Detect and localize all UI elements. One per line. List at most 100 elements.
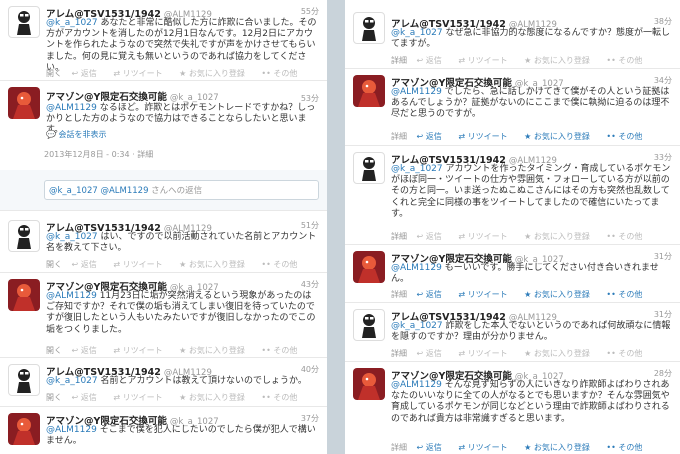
tweet-time[interactable]: 37分 <box>301 413 319 424</box>
tweet-time[interactable]: 28分 <box>654 368 672 379</box>
favorite-button[interactable]: ★ お気に入り登録 <box>179 393 252 402</box>
tweet-expanded[interactable]: アマゾン@Y限定石交換可能 @k_a_1027 53分 @ALM1129 なるほど… <box>0 81 327 182</box>
tweet-text: @ALM1129 11月23日に垢が突然消えるという現象があったのはご存知ですか… <box>46 291 316 335</box>
open-link[interactable]: 開く <box>46 346 62 355</box>
tweet-text: @k_a_1027 アカウントを作ったタイミング・育成しているポケモンがほぼ同一… <box>391 164 671 219</box>
favorite-button[interactable]: ★ お気に入り登録 <box>524 232 597 241</box>
tweet-time[interactable]: 31分 <box>654 251 672 262</box>
retweet-button[interactable]: ⇄ リツイート <box>113 346 169 355</box>
more-button[interactable]: •• その他 <box>261 393 304 402</box>
retweet-button[interactable]: ⇄ リツイート <box>458 349 514 358</box>
more-button[interactable]: •• その他 <box>261 69 304 78</box>
tweet-text: @ALM1129 そんな見ず知らずの人にいきなり詐欺師よばわりされあなたのいいな… <box>391 380 670 424</box>
alem-avatar[interactable] <box>353 309 385 341</box>
favorite-button[interactable]: ★ お気に入り登録 <box>179 69 252 78</box>
reply-button[interactable]: ↩ 返信 <box>72 346 104 355</box>
tweet[interactable]: アレム@TSV1531/1942 @ALM1129 40分 @k_a_1027 名… <box>0 358 327 407</box>
amazon-avatar[interactable] <box>353 251 385 283</box>
amazon-avatar[interactable] <box>8 87 40 119</box>
tweet-time[interactable]: 38分 <box>654 16 672 27</box>
alem-avatar[interactable] <box>8 6 40 38</box>
retweet-button[interactable]: ⇄ リツイート <box>458 56 514 65</box>
retweet-button[interactable]: ⇄ リツイート <box>458 443 514 452</box>
alem-avatar[interactable] <box>8 364 40 396</box>
more-button[interactable]: •• その他 <box>606 132 649 141</box>
tweet-time[interactable]: 43分 <box>301 279 319 290</box>
tweet-time[interactable]: 51分 <box>301 220 319 231</box>
details-link[interactable]: 詳細 <box>391 232 407 241</box>
favorite-button[interactable]: ★ お気に入り登録 <box>524 290 597 299</box>
tweet-actions: 詳細 ↩ 返信 ⇄ リツイート ★ お気に入り登録 •• その他 <box>391 131 674 142</box>
tweet-actions: 開く ↩ 返信 ⇄ リツイート ★ お気に入り登録 •• その他 <box>46 68 321 79</box>
tweet[interactable]: アレム@TSV1531/1942 @ALM1129 33分 @k_a_1027 ア… <box>345 146 680 245</box>
tweet-time[interactable]: 40分 <box>301 364 319 375</box>
more-button[interactable]: •• その他 <box>606 290 649 299</box>
tweet-actions: 詳細 ↩ 返信 ⇄ リツイート ★ お気に入り登録 •• その他 <box>391 442 674 453</box>
reply-button[interactable]: ↩ 返信 <box>417 232 449 241</box>
amazon-avatar[interactable] <box>8 413 40 445</box>
amazon-avatar[interactable] <box>353 75 385 107</box>
more-button[interactable]: •• その他 <box>261 346 304 355</box>
reply-button[interactable]: ↩ 返信 <box>417 132 449 141</box>
alem-avatar[interactable] <box>353 152 385 184</box>
reply-button[interactable]: ↩ 返信 <box>72 260 104 269</box>
tweet[interactable]: アマゾン@Y限定石交換可能 @k_a_1027 31分 @ALM1129 もーいい… <box>345 245 680 303</box>
favorite-button[interactable]: ★ お気に入り登録 <box>524 132 597 141</box>
tweet[interactable]: アレム@TSV1531/1942 @ALM1129 51分 @k_a_1027 は… <box>0 214 327 273</box>
open-link[interactable]: 開く <box>46 393 62 402</box>
reply-button[interactable]: ↩ 返信 <box>72 69 104 78</box>
tweet-time[interactable]: 33分 <box>654 152 672 163</box>
details-link[interactable]: 詳細 <box>391 56 407 65</box>
more-button[interactable]: •• その他 <box>606 443 649 452</box>
amazon-avatar[interactable] <box>353 368 385 400</box>
tweet-actions: 詳細 ↩ 返信 ⇄ リツイート ★ お気に入り登録 •• その他 <box>391 231 674 242</box>
retweet-button[interactable]: ⇄ リツイート <box>113 260 169 269</box>
details-link[interactable]: 詳細 <box>391 349 407 358</box>
details-link[interactable]: 詳細 <box>391 132 407 141</box>
retweet-button[interactable]: ⇄ リツイート <box>458 232 514 241</box>
tweet[interactable]: アマゾン@Y限定石交換可能 @k_a_1027 34分 @ALM1129 でしたら… <box>345 69 680 146</box>
tweet-timestamp[interactable]: 2013年12月8日 - 0:34 · 詳細 <box>44 149 153 160</box>
open-link[interactable]: 開く <box>46 260 62 269</box>
reply-input[interactable]: @k_a_1027 @ALM1129 さんへの返信 <box>44 180 319 200</box>
tweet[interactable]: アレム@TSV1531/1942 @ALM1129 31分 @k_a_1027 詐… <box>345 303 680 362</box>
reply-button[interactable]: ↩ 返信 <box>417 443 449 452</box>
favorite-button[interactable]: ★ お気に入り登録 <box>524 443 597 452</box>
reply-button[interactable]: ↩ 返信 <box>417 290 449 299</box>
favorite-button[interactable]: ★ お気に入り登録 <box>179 346 252 355</box>
details-link[interactable]: 詳細 <box>391 443 407 452</box>
more-button[interactable]: •• その他 <box>261 260 304 269</box>
tweet-author[interactable]: アマゾン@Y限定石交換可能 @k_a_1027 <box>46 89 219 103</box>
retweet-button[interactable]: ⇄ リツイート <box>458 290 514 299</box>
favorite-button[interactable]: ★ お気に入り登録 <box>524 349 597 358</box>
hide-conversation-link[interactable]: 💬 会話を非表示 <box>46 129 107 140</box>
more-button[interactable]: •• その他 <box>606 349 649 358</box>
more-button[interactable]: •• その他 <box>606 56 649 65</box>
open-link[interactable]: 開く <box>46 69 62 78</box>
more-button[interactable]: •• その他 <box>606 232 649 241</box>
tweet-actions: 開く ↩ 返信 ⇄ リツイート ★ お気に入り登録 •• その他 <box>46 259 321 270</box>
tweet-time[interactable]: 31分 <box>654 309 672 320</box>
tweet-text: @ALM1129 そこまで僕を犯人にしたいのでしたら僕が犯人で構いません。 <box>46 425 316 447</box>
tweet[interactable]: アレム@TSV1531/1942 @ALM1129 38分 @k_a_1027 な… <box>345 0 680 69</box>
reply-button[interactable]: ↩ 返信 <box>417 349 449 358</box>
amazon-avatar[interactable] <box>8 279 40 311</box>
retweet-button[interactable]: ⇄ リツイート <box>113 69 169 78</box>
favorite-button[interactable]: ★ お気に入り登録 <box>179 260 252 269</box>
right-timeline-column: アレム@TSV1531/1942 @ALM1129 38分 @k_a_1027 な… <box>345 0 680 454</box>
tweet[interactable]: アレム@TSV1531/1942 @ALM1129 55分 @k_a_1027 あ… <box>0 0 327 81</box>
reply-button[interactable]: ↩ 返信 <box>417 56 449 65</box>
tweet-time[interactable]: 34分 <box>654 75 672 86</box>
favorite-button[interactable]: ★ お気に入り登録 <box>524 56 597 65</box>
reply-button[interactable]: ↩ 返信 <box>72 393 104 402</box>
retweet-button[interactable]: ⇄ リツイート <box>458 132 514 141</box>
alem-avatar[interactable] <box>353 12 385 44</box>
details-link[interactable]: 詳細 <box>391 290 407 299</box>
tweet[interactable]: アマゾン@Y限定石交換可能 @k_a_1027 43分 @ALM1129 11月2… <box>0 273 327 358</box>
tweet-time[interactable]: 55分 <box>301 6 319 17</box>
tweet[interactable]: アマゾン@Y限定石交換可能 @k_a_1027 28分 @ALM1129 そんな見… <box>345 362 680 454</box>
retweet-button[interactable]: ⇄ リツイート <box>113 393 169 402</box>
alem-avatar[interactable] <box>8 220 40 252</box>
tweet-text: @k_a_1027 詐欺をした本人でないというのであれば何故頑なに情報を隠すので… <box>391 321 671 343</box>
tweet[interactable]: アマゾン@Y限定石交換可能 @k_a_1027 37分 @ALM1129 そこまで… <box>0 407 327 454</box>
